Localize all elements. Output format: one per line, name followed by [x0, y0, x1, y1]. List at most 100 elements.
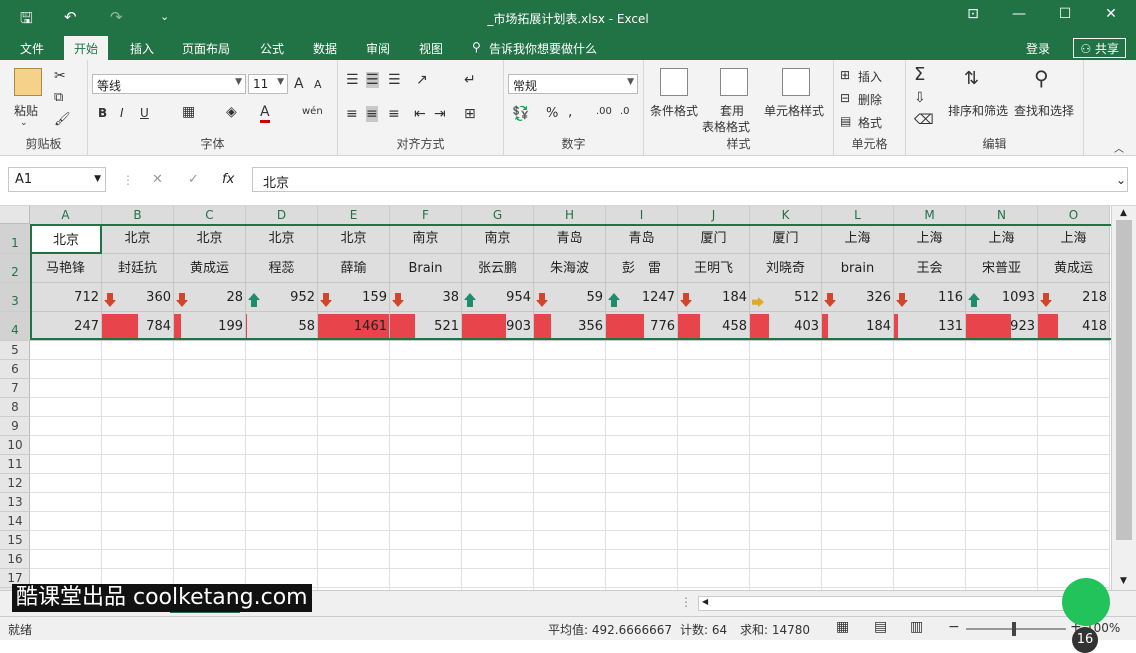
column-header-O[interactable]: O: [1038, 206, 1110, 224]
collapse-ribbon-icon[interactable]: ︿: [1114, 140, 1124, 155]
green-circle-button[interactable]: [1062, 578, 1110, 626]
row-header-2[interactable]: 2: [0, 254, 30, 283]
row-header-4[interactable]: 4: [0, 312, 30, 341]
row-header-14[interactable]: 14: [0, 512, 30, 531]
row-header-1[interactable]: 1: [0, 224, 30, 254]
vertical-scrollbar[interactable]: ▲ ▼: [1111, 206, 1136, 590]
row-header-11[interactable]: 11: [0, 455, 30, 474]
row-header-3[interactable]: 3: [0, 283, 30, 312]
tab-file[interactable]: 文件: [20, 40, 44, 57]
cell-styles-icon[interactable]: [782, 68, 810, 96]
number-format-combo[interactable]: 常规 ▼: [508, 74, 638, 94]
share-button[interactable]: ⚇ 共享: [1073, 38, 1126, 58]
zoom-out-icon[interactable]: −: [948, 619, 960, 635]
sort-filter-icon[interactable]: ⇅: [964, 68, 979, 89]
paste-button[interactable]: 粘贴: [14, 102, 38, 119]
insert-cells-icon[interactable]: ⊞: [840, 68, 850, 82]
conditional-format-button[interactable]: 条件格式: [650, 102, 698, 119]
format-cells-icon[interactable]: ▤: [840, 114, 851, 128]
scroll-thumb[interactable]: [1116, 220, 1132, 540]
phonetic-icon[interactable]: wén: [302, 106, 323, 117]
zoom-slider-handle[interactable]: [1012, 622, 1016, 636]
insert-cells-button[interactable]: 插入: [858, 68, 882, 85]
row-header-12[interactable]: 12: [0, 474, 30, 493]
column-header-J[interactable]: J: [678, 206, 750, 224]
font-color-icon[interactable]: A: [260, 104, 270, 123]
align-middle-icon[interactable]: ☰: [366, 72, 379, 88]
row-header-9[interactable]: 9: [0, 417, 30, 436]
format-as-table-label-2[interactable]: 表格格式: [702, 118, 750, 135]
confirm-icon[interactable]: ✓: [188, 172, 199, 187]
column-header-H[interactable]: H: [534, 206, 606, 224]
wrap-text-icon[interactable]: ↵: [464, 72, 476, 88]
copy-icon[interactable]: ⧉: [54, 90, 63, 105]
minimize-button[interactable]: —: [1004, 6, 1034, 22]
column-header-N[interactable]: N: [966, 206, 1038, 224]
scroll-left-icon[interactable]: ◀: [702, 597, 708, 606]
scroll-down-icon[interactable]: ▼: [1120, 576, 1127, 586]
paste-icon[interactable]: [14, 68, 42, 96]
name-box[interactable]: A1 ▼: [8, 167, 106, 192]
worksheet-grid[interactable]: ABCDEFGHIJKLMNO 1 2 3 4 5 6 7 8 9 10 11 12 13 14 15 16 1…: [0, 206, 1136, 590]
font-name-combo[interactable]: 等线 ▼: [92, 74, 246, 94]
column-header-L[interactable]: L: [822, 206, 894, 224]
tab-formulas[interactable]: 公式: [260, 40, 284, 57]
format-cells-button[interactable]: 格式: [858, 114, 882, 131]
sort-filter-button[interactable]: 排序和筛选: [948, 102, 1008, 119]
percent-button[interactable]: %: [546, 106, 558, 121]
underline-button[interactable]: U: [140, 106, 149, 120]
font-size-combo[interactable]: 11 ▼: [248, 74, 288, 94]
border-icon[interactable]: ▦: [182, 104, 195, 120]
delete-cells-icon[interactable]: ⊟: [840, 91, 850, 105]
column-header-C[interactable]: C: [174, 206, 246, 224]
expand-formula-icon[interactable]: ⌄: [1116, 173, 1126, 187]
tab-review[interactable]: 审阅: [366, 40, 390, 57]
tell-me-search[interactable]: 告诉我你想要做什么: [489, 40, 597, 57]
zoom-slider[interactable]: [966, 628, 1066, 630]
page-layout-view-icon[interactable]: ▤: [874, 619, 887, 635]
tab-insert[interactable]: 插入: [130, 40, 154, 57]
format-as-table-label-1[interactable]: 套用: [720, 102, 744, 119]
align-center-icon[interactable]: ≡: [366, 106, 378, 122]
currency-icon[interactable]: 💱: [512, 106, 529, 122]
row-header-15[interactable]: 15: [0, 531, 30, 550]
paste-dropdown-icon[interactable]: ⌄: [20, 118, 28, 128]
column-header-F[interactable]: F: [390, 206, 462, 224]
format-painter-icon[interactable]: 🖌: [54, 112, 71, 127]
insert-function-icon[interactable]: fx: [222, 172, 234, 187]
tab-page-layout[interactable]: 页面布局: [182, 40, 230, 57]
row-header-13[interactable]: 13: [0, 493, 30, 512]
column-header-K[interactable]: K: [750, 206, 822, 224]
horizontal-scrollbar[interactable]: ◀: [698, 596, 1108, 611]
align-left-icon[interactable]: ≡: [346, 106, 358, 122]
fill-color-icon[interactable]: ◈: [226, 104, 237, 120]
shrink-font-icon[interactable]: A: [314, 78, 322, 91]
tab-home[interactable]: 开始: [64, 36, 109, 60]
row-header-8[interactable]: 8: [0, 398, 30, 417]
scroll-up-icon[interactable]: ▲: [1120, 208, 1127, 218]
normal-view-icon[interactable]: ▦: [836, 619, 849, 635]
page-break-view-icon[interactable]: ▥: [910, 619, 923, 635]
formula-input[interactable]: 北京: [252, 167, 1128, 192]
row-header-16[interactable]: 16: [0, 550, 30, 569]
row-header-5[interactable]: 5: [0, 341, 30, 360]
tab-data[interactable]: 数据: [313, 40, 337, 57]
row-header-10[interactable]: 10: [0, 436, 30, 455]
autosum-icon[interactable]: Σ: [914, 64, 925, 85]
ribbon-display-icon[interactable]: ⊡: [958, 6, 988, 22]
increase-decimal-icon[interactable]: .00: [596, 106, 612, 117]
clear-icon[interactable]: ⌫: [914, 112, 934, 128]
column-header-A[interactable]: A: [30, 206, 102, 224]
column-header-E[interactable]: E: [318, 206, 390, 224]
comma-style-button[interactable]: ,: [568, 104, 572, 120]
orientation-icon[interactable]: ↗: [416, 72, 428, 88]
grow-font-icon[interactable]: A: [294, 76, 304, 92]
merge-cells-icon[interactable]: ⊞: [464, 106, 476, 122]
column-header-I[interactable]: I: [606, 206, 678, 224]
find-select-icon[interactable]: ⚲: [1034, 66, 1049, 90]
column-header-G[interactable]: G: [462, 206, 534, 224]
align-top-icon[interactable]: ☰: [346, 72, 359, 88]
column-header-M[interactable]: M: [894, 206, 966, 224]
select-all-button[interactable]: [0, 206, 30, 224]
restore-button[interactable]: ☐: [1050, 6, 1080, 22]
